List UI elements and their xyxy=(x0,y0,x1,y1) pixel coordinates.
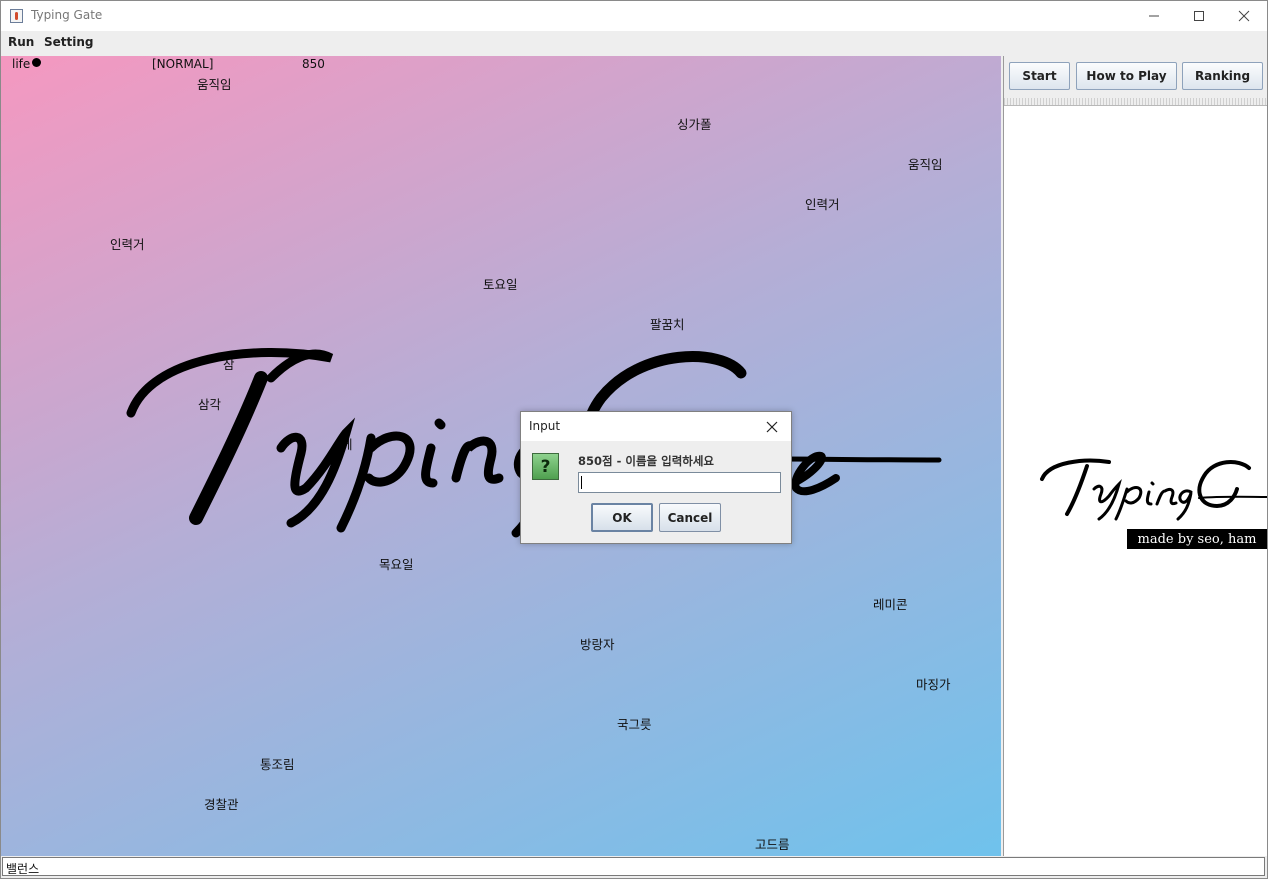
falling-word: 팔꿈치 xyxy=(650,317,685,332)
side-panel: Start How to Play Ranking made by seo, h… xyxy=(1003,56,1267,856)
score-label: 850 xyxy=(302,57,325,71)
mode-label: [NORMAL] xyxy=(152,57,214,71)
name-input[interactable] xyxy=(578,472,781,493)
typing-input[interactable]: 밸런스 xyxy=(2,857,1265,876)
minimize-button[interactable] xyxy=(1131,1,1176,31)
java-app-icon xyxy=(10,9,23,23)
dialog-title-bar: Input xyxy=(521,412,791,441)
cancel-button[interactable]: Cancel xyxy=(659,503,721,532)
falling-word: 움직임 xyxy=(908,157,943,172)
close-icon xyxy=(1238,10,1249,22)
how-to-play-button[interactable]: How to Play xyxy=(1076,62,1177,90)
dialog-close-icon[interactable] xyxy=(764,419,780,435)
menu-setting[interactable]: Setting xyxy=(44,35,94,49)
start-button[interactable]: Start xyxy=(1009,62,1070,90)
life-dot xyxy=(32,58,41,67)
menu-bar: Run Setting xyxy=(1,31,1267,55)
window-title: Typing Gate xyxy=(31,8,103,22)
life-label: life xyxy=(12,57,31,71)
falling-word: 고드름 xyxy=(755,837,790,852)
question-icon: ? xyxy=(532,453,559,480)
side-toolbar: Start How to Play Ranking xyxy=(1004,56,1267,98)
side-typing-gate-logo xyxy=(1040,458,1267,521)
main-window: Typing Gate Run Setting life [NORMAL] 85… xyxy=(0,0,1268,879)
falling-word: 국그릇 xyxy=(617,717,652,732)
falling-word: 인력거 xyxy=(110,237,145,252)
ranking-button[interactable]: Ranking xyxy=(1182,62,1263,90)
falling-word: 토요일 xyxy=(483,277,518,292)
maximize-button[interactable] xyxy=(1176,1,1221,31)
title-bar: Typing Gate xyxy=(1,1,1267,31)
input-dialog: Input ? 850점 - 이름을 입력하세요 OK Cancel xyxy=(520,411,792,544)
minimize-icon xyxy=(1148,15,1159,17)
falling-word: 싱가폴 xyxy=(677,117,712,132)
dialog-message: 850점 - 이름을 입력하세요 xyxy=(578,454,715,468)
maximize-icon xyxy=(1193,11,1204,21)
split-divider[interactable] xyxy=(1004,98,1267,106)
falling-word: 인력거 xyxy=(805,197,840,212)
falling-word: 목요일 xyxy=(379,557,414,572)
falling-word: 마징가 xyxy=(916,677,951,692)
falling-word: 경찰관 xyxy=(204,797,239,812)
game-panel: life [NORMAL] 850 움직임 싱가폴 움직임 인력거 인력거 토요… xyxy=(1,56,1001,856)
falling-word: 움직임 xyxy=(197,77,232,92)
falling-word: 방랑자 xyxy=(580,637,615,652)
close-button[interactable] xyxy=(1221,1,1266,31)
credit-label: made by seo, ham xyxy=(1127,529,1267,549)
ok-button[interactable]: OK xyxy=(591,503,653,532)
falling-word: 통조림 xyxy=(260,757,295,772)
falling-word: 레미콘 xyxy=(873,597,908,612)
dialog-title: Input xyxy=(529,419,561,433)
menu-run[interactable]: Run xyxy=(8,35,34,49)
